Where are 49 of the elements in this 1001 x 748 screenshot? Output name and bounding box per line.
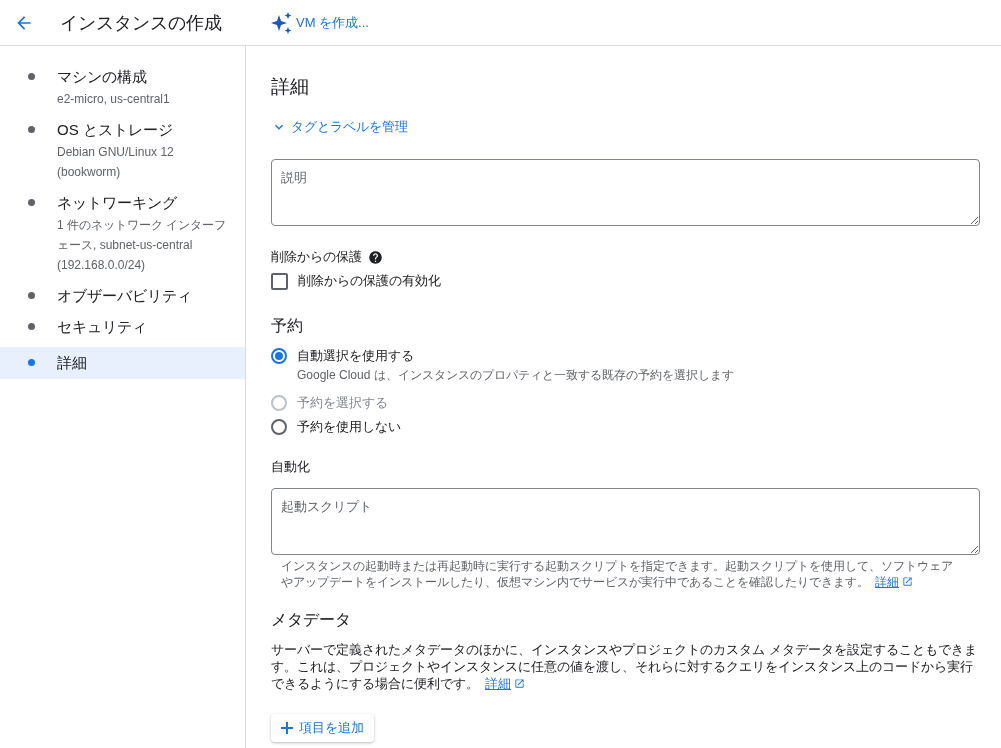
description-field[interactable]: 説明 bbox=[271, 159, 980, 226]
plus-icon bbox=[281, 722, 293, 734]
step-title: セキュリティ bbox=[57, 317, 147, 337]
step-title: ネットワーキング bbox=[57, 193, 178, 213]
step-bullet-icon bbox=[28, 126, 35, 133]
field-label: 自動化 bbox=[271, 458, 311, 476]
step-nav-item[interactable]: 詳細 bbox=[0, 347, 245, 379]
ai-create-vm-button[interactable]: VM を作成... bbox=[270, 6, 369, 39]
section-heading: メタデータ bbox=[271, 610, 352, 630]
step-title: 詳細 bbox=[57, 353, 87, 373]
radio-label: 予約を使用しない bbox=[297, 418, 401, 436]
step-nav-item[interactable]: セキュリティ bbox=[0, 314, 245, 345]
metadata-description: サーバーで定義されたメタデータのほかに、インスタンスやプロジェクトのカスタム メタデータを設定することもできます。これは、プロジェクトやインスタンスに任意の値を渡し、それらに対するクエリをインスタンス上のコードから実行できるようにする場合に便利です。 詳細 bbox=[271, 641, 978, 692]
checkbox-label: 削除からの保護の有効化 bbox=[298, 272, 441, 290]
sparkle-icon bbox=[270, 10, 294, 35]
field-label: 削除からの保護 bbox=[271, 248, 362, 266]
radio-button[interactable] bbox=[271, 419, 287, 435]
step-title: マシンの構成 bbox=[57, 67, 148, 87]
help-text: インスタンスの起動時または再起動時に実行する起動スクリプトを指定できます。起動スクリプトを使用して、ソフトウェアやアップデートをインストールしたり、仮想マシン内でサービスが実行中であることを確認したりできます。 詳細 bbox=[281, 558, 954, 590]
step-nav-item[interactable]: オブザーバビリティ bbox=[0, 283, 245, 314]
step-nav-item[interactable]: OS とストレージ Debian GNU/Linux 12 (bookworm) bbox=[0, 117, 245, 190]
step-bullet-icon bbox=[28, 323, 35, 330]
step-bullet-icon bbox=[28, 199, 35, 206]
startup-script-field[interactable]: 起動スクリプト bbox=[271, 488, 980, 555]
step-bullet-icon bbox=[28, 292, 35, 299]
tags-labels-toggle[interactable]: タグとラベルを管理 bbox=[271, 118, 408, 136]
step-title: OS とストレージ bbox=[57, 120, 174, 140]
step-summary: Debian GNU/Linux 12 (bookworm) bbox=[57, 144, 175, 181]
step-bullet-icon bbox=[28, 73, 35, 80]
step-summary: e2-micro, us-central1 bbox=[57, 91, 170, 108]
radio-button[interactable] bbox=[271, 348, 287, 364]
section-heading: 詳細 bbox=[271, 75, 310, 99]
section-heading: 予約 bbox=[271, 316, 304, 336]
step-summary: 1 件のネットワーク インターフェース, subnet-us-central (192.168.0.0/24) bbox=[57, 217, 228, 274]
radio-label: 自動選択を使用する bbox=[297, 347, 414, 365]
learn-more-link[interactable]: 詳細 bbox=[875, 575, 913, 589]
help-icon[interactable] bbox=[368, 249, 383, 265]
add-item-button[interactable]: 項目を追加 bbox=[271, 714, 374, 742]
option-hint: Google Cloud は、インスタンスのプロパティと一致する既存の予約を選択します bbox=[297, 367, 735, 384]
radio-label: 予約を選択する bbox=[297, 394, 388, 412]
step-bullet-icon bbox=[28, 359, 35, 366]
learn-more-link[interactable]: 詳細 bbox=[485, 676, 525, 691]
external-link-icon bbox=[514, 678, 525, 689]
step-title: オブザーバビリティ bbox=[57, 286, 192, 306]
checkbox[interactable] bbox=[271, 272, 288, 290]
page-title: インスタンスの作成 bbox=[60, 11, 223, 35]
step-nav-item[interactable]: ネットワーキング 1 件のネットワーク インターフェース, subnet-us-central (192.168.0.0/24) bbox=[0, 190, 245, 283]
external-link-icon bbox=[902, 576, 913, 587]
step-nav-item[interactable]: マシンの構成 e2-micro, us-central1 bbox=[0, 64, 245, 117]
